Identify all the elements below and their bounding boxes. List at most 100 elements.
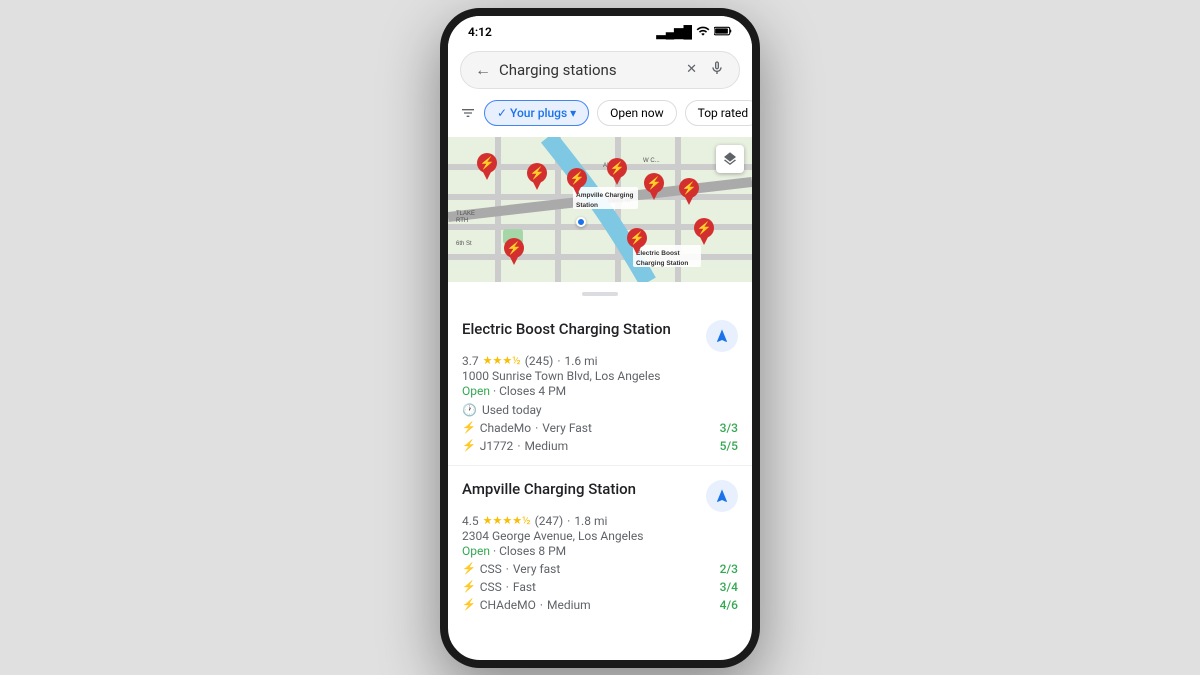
svg-text:⚡: ⚡ — [480, 156, 495, 170]
s2-charger-3-speed: Medium — [547, 598, 591, 612]
s2-charger-1-speed: Very fast — [513, 562, 560, 576]
svg-text:⚡: ⚡ — [507, 241, 522, 255]
station-2-rating: 4.5 — [462, 514, 479, 528]
s2-charger-3-type: CHAdeMO — [480, 598, 536, 612]
used-today-row: 🕐 Used today — [462, 403, 738, 417]
svg-text:⚡: ⚡ — [682, 181, 697, 195]
bolt-icon-2: ⚡ — [462, 439, 476, 452]
station-card-2: Ampville Charging Station 4.5 ★★★★½ (247… — [448, 466, 752, 621]
map-container[interactable]: TLAKE RTH 6th St Alpin W C... Dewy rd Am… — [448, 137, 752, 282]
svg-text:Station: Station — [576, 202, 598, 209]
filter-icon-btn[interactable] — [460, 97, 476, 129]
station-2-address: 2304 George Avenue, Los Angeles — [462, 529, 738, 543]
map-pin-ampville[interactable]: ⚡ — [566, 167, 588, 199]
svg-text:Charging Station: Charging Station — [636, 260, 688, 267]
charger-2-availability: 5/5 — [720, 439, 738, 453]
station-2-header: Ampville Charging Station — [462, 480, 738, 512]
battery-icon — [714, 25, 732, 40]
wifi-icon — [696, 24, 710, 41]
station-2-reviews: (247) — [535, 514, 564, 528]
s2-charger-1-type: CSS — [480, 562, 502, 576]
clear-icon[interactable]: ✕ — [686, 62, 697, 77]
svg-text:⚡: ⚡ — [530, 166, 545, 180]
station-card-1: Electric Boost Charging Station 3.7 ★★★½… — [448, 306, 752, 466]
svg-text:W C...: W C... — [643, 158, 660, 164]
station-2-charger-2: ⚡ CSS · Fast 3/4 — [462, 580, 738, 594]
station-2-name[interactable]: Ampville Charging Station — [462, 480, 698, 498]
s2-charger-2-speed: Fast — [513, 580, 536, 594]
station-2-charger-1: ⚡ CSS · Very fast 2/3 — [462, 562, 738, 576]
search-bar-container: ← Charging stations ✕ — [448, 45, 752, 97]
charger-2-type: J1772 — [480, 439, 514, 453]
chip-open-now[interactable]: Open now — [597, 100, 676, 126]
svg-text:⚡: ⚡ — [610, 161, 625, 175]
station-1-distance: 1.6 mi — [564, 354, 597, 368]
station-2-closes: Closes 8 PM — [499, 544, 566, 558]
charger-2-speed: Medium — [524, 439, 568, 453]
bolt-icon-5: ⚡ — [462, 598, 476, 611]
search-input[interactable]: Charging stations — [499, 61, 678, 79]
phone-frame: 4:12 ▂▄▆█ ← Charging stations ✕ ✓ Your p… — [440, 8, 760, 668]
time: 4:12 — [468, 25, 492, 39]
station-1-charger-2: ⚡ J1772 · Medium 5/5 — [462, 439, 738, 453]
station-1-status: Open · Closes 4 PM — [462, 384, 738, 398]
drag-handle[interactable] — [582, 292, 618, 296]
station-2-charger-3: ⚡ CHAdeMO · Medium 4/6 — [462, 598, 738, 612]
s2-charger-3-avail: 4/6 — [720, 598, 738, 612]
bolt-icon-4: ⚡ — [462, 580, 476, 593]
s2-charger-2-avail: 3/4 — [720, 580, 738, 594]
svg-text:⚡: ⚡ — [570, 171, 585, 185]
charger-1-type: ChadeMo — [480, 421, 531, 435]
svg-text:⚡: ⚡ — [697, 221, 712, 235]
bolt-icon-1: ⚡ — [462, 421, 476, 434]
station-1-distance-dot: · — [557, 354, 560, 368]
station-1-open: Open — [462, 384, 490, 398]
results-container: Electric Boost Charging Station 3.7 ★★★½… — [448, 306, 752, 621]
map-pin-electric-boost[interactable]: ⚡ — [626, 227, 648, 259]
station-1-reviews: (245) — [525, 354, 554, 368]
map-background: TLAKE RTH 6th St Alpin W C... Dewy rd Am… — [448, 137, 752, 282]
signal-icon: ▂▄▆█ — [657, 25, 692, 39]
station-1-charger-1: ⚡ ChadeMo · Very Fast 3/3 — [462, 421, 738, 435]
search-bar[interactable]: ← Charging stations ✕ — [460, 51, 740, 89]
station-1-address: 1000 Sunrise Town Blvd, Los Angeles — [462, 369, 738, 383]
station-1-rating: 3.7 — [462, 354, 479, 368]
map-pin-5[interactable]: ⚡ — [643, 172, 665, 204]
station-2-stars: ★★★★½ — [483, 514, 531, 527]
map-pin-6[interactable]: ⚡ — [678, 177, 700, 209]
station-1-stars: ★★★½ — [483, 354, 521, 367]
station-2-distance: 1.8 mi — [574, 514, 607, 528]
station-2-rating-row: 4.5 ★★★★½ (247) · 1.8 mi — [462, 514, 738, 528]
station-1-header: Electric Boost Charging Station — [462, 320, 738, 352]
s2-charger-2-type: CSS — [480, 580, 502, 594]
clock-icon: 🕐 — [462, 403, 477, 417]
status-icons: ▂▄▆█ — [657, 24, 732, 41]
chip-your-plugs[interactable]: ✓ Your plugs ▾ — [484, 100, 589, 126]
station-2-nav-btn[interactable] — [706, 480, 738, 512]
mic-icon[interactable] — [709, 60, 725, 80]
map-pin-bottom-right[interactable]: ⚡ — [693, 217, 715, 249]
map-pin-2[interactable]: ⚡ — [526, 162, 548, 194]
svg-text:⚡: ⚡ — [647, 176, 662, 190]
svg-text:RTH: RTH — [456, 218, 468, 224]
map-pin-bottom-left[interactable]: ⚡ — [503, 237, 525, 269]
status-bar: 4:12 ▂▄▆█ — [448, 16, 752, 45]
station-2-distance-dot: · — [567, 514, 570, 528]
chip-top-rated[interactable]: Top rated — [685, 100, 760, 126]
station-1-closes: Closes 4 PM — [499, 384, 566, 398]
s2-charger-1-avail: 2/3 — [720, 562, 738, 576]
map-pin-4[interactable]: ⚡ — [606, 157, 628, 189]
svg-text:⚡: ⚡ — [630, 231, 645, 245]
map-layers-button[interactable] — [716, 145, 744, 173]
back-icon[interactable]: ← — [475, 60, 491, 80]
charger-1-speed: Very Fast — [542, 421, 592, 435]
charger-1-availability: 3/3 — [720, 421, 738, 435]
station-1-nav-btn[interactable] — [706, 320, 738, 352]
station-1-rating-row: 3.7 ★★★½ (245) · 1.6 mi — [462, 354, 738, 368]
station-2-status: Open · Closes 8 PM — [462, 544, 738, 558]
station-1-name[interactable]: Electric Boost Charging Station — [462, 320, 698, 338]
svg-text:TLAKE: TLAKE — [456, 211, 475, 217]
bolt-icon-3: ⚡ — [462, 562, 476, 575]
map-pin-1[interactable]: ⚡ — [476, 152, 498, 184]
used-today-label: Used today — [482, 403, 542, 417]
